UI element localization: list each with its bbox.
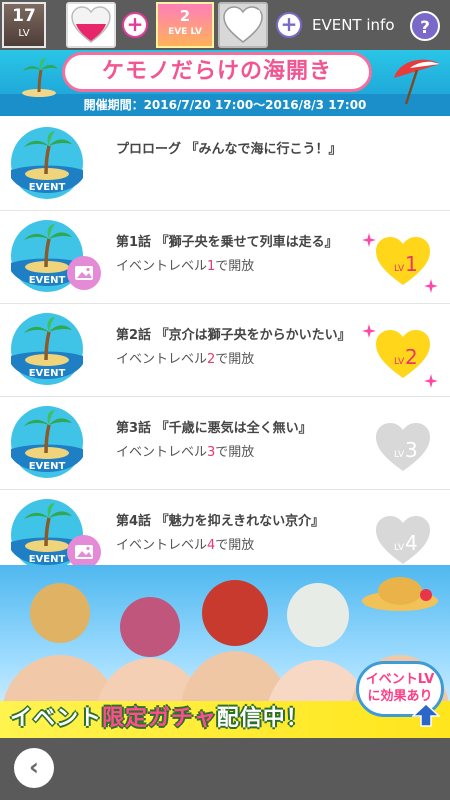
level-heart-icon: LV 2 [376, 330, 430, 378]
requirement-suffix: で開放 [215, 538, 255, 553]
palm-tree-icon [22, 58, 58, 97]
event-badge-text: EVENT [29, 182, 66, 193]
event-header-banner: ケモノだらけの海開き 開催期間：2016/7/20 17:00〜2016/8/3… [0, 50, 450, 116]
event-level-box: 2 EVE LV [156, 2, 214, 48]
lv-number: 3 [405, 438, 418, 462]
event-heart-gauge [218, 2, 268, 48]
episode-title: プロローグ 『みんなで海に行こう！』 [116, 142, 342, 157]
event-palm-badge-icon: EVENT [11, 406, 83, 478]
requirement-prefix: イベントレベル [116, 259, 208, 274]
episode-requirement: イベントレベル4で開放 [116, 536, 254, 556]
gacha-text-highlight: 限定ガチャ [102, 706, 217, 731]
event-info-label[interactable]: EVENT info [312, 13, 395, 37]
requirement-suffix: で開放 [215, 445, 255, 460]
gacha-text-part1: イベント [10, 706, 103, 731]
white-heart-icon [223, 6, 263, 43]
event-screen: 17 LV + 2 EVE LV + EVENT info ? ケモノだらけの海… [0, 0, 450, 800]
requirement-suffix: で開放 [215, 352, 255, 367]
episode-title: 第3話 『千歳に悪気は全く無い』 [116, 421, 312, 436]
player-level-box: 17 LV [2, 2, 46, 48]
help-button[interactable]: ? [410, 11, 440, 41]
episode-requirement: イベントレベル3で開放 [116, 443, 254, 463]
event-level-value: 2 [179, 7, 191, 25]
locked-level-heart-icon: LV 4 [376, 516, 430, 564]
still-image-icon [67, 535, 101, 565]
episode-row-1[interactable]: EVENT 第1話 『獅子央を乗せて列車は走る』 イベントレベル1で開放 LV … [0, 211, 450, 304]
up-arrow-icon [412, 703, 440, 727]
event-badge-text: EVENT [29, 368, 66, 379]
lv-label: LV [394, 450, 405, 460]
requirement-prefix: イベントレベル [116, 352, 208, 367]
still-image-icon [67, 256, 101, 290]
event-badge-text: EVENT [29, 275, 66, 286]
episode-title: 第4話 『魅力を抑えきれない京介』 [116, 514, 325, 529]
episode-row-prologue[interactable]: EVENT プロローグ 『みんなで海に行こう！』 [0, 118, 450, 211]
add-stamina-button[interactable]: + [122, 12, 148, 38]
requirement-prefix: イベントレベル [116, 445, 208, 460]
add-event-heart-button[interactable]: + [276, 12, 302, 38]
episode-title: 第2話 『京介は獅子央をからかいたい』 [116, 328, 351, 343]
episode-requirement: イベントレベル1で開放 [116, 257, 254, 277]
episode-requirement: イベントレベル2で開放 [116, 350, 254, 370]
level-heart-icon: LV 1 [376, 237, 430, 285]
stamina-gauge [66, 2, 116, 48]
lv-number: 1 [405, 252, 418, 276]
bottom-nav: ‹ [0, 738, 450, 800]
event-palm-badge-icon: EVENT [11, 313, 83, 385]
lv-number: 4 [405, 531, 418, 555]
episode-list[interactable]: EVENT プロローグ 『みんなで海に行こう！』 EVENT 第1話 『獅子央を… [0, 118, 450, 565]
lv-label: LV [394, 264, 405, 274]
episode-title: 第1話 『獅子央を乗せて列車は走る』 [116, 235, 338, 250]
gacha-headline: イベント限定ガチャ配信中！ [10, 704, 309, 734]
locked-level-heart-icon: LV 3 [376, 423, 430, 471]
episode-row-4[interactable]: EVENT 第4話 『魅力を抑えきれない京介』 イベントレベル4で開放 LV 4 [0, 490, 450, 565]
event-title: ケモノだらけの海開き [62, 52, 372, 92]
lv-label: LV [394, 357, 405, 367]
event-period: 開催期間：2016/7/20 17:00〜2016/8/3 17:00 [83, 98, 367, 112]
event-level-label: EVE LV [168, 27, 202, 37]
player-level-value: 17 [12, 6, 36, 26]
event-badge-text: EVENT [29, 461, 66, 472]
gacha-text-part2: 配信中！ [216, 706, 309, 731]
event-palm-badge-icon: EVENT [11, 127, 83, 199]
limited-gacha-banner[interactable]: イベント限定ガチャ配信中！ イベントLV に効果あり [0, 565, 450, 738]
back-button[interactable]: ‹ [14, 748, 54, 788]
event-badge-text: EVENT [29, 554, 66, 565]
episode-row-2[interactable]: EVENT 第2話 『京介は獅子央をからかいたい』 イベントレベル2で開放 LV… [0, 304, 450, 397]
status-bar: 17 LV + 2 EVE LV + EVENT info ? [0, 0, 450, 50]
episode-row-3[interactable]: EVENT 第3話 『千歳に悪気は全く無い』 イベントレベル3で開放 LV 3 [0, 397, 450, 490]
requirement-suffix: で開放 [215, 259, 255, 274]
player-level-label: LV [18, 28, 30, 39]
badge-line1: イベントLV [365, 672, 435, 687]
requirement-prefix: イベントレベル [116, 538, 208, 553]
lv-number: 2 [405, 345, 418, 369]
lv-label: LV [394, 543, 405, 553]
heart-gauge-icon [71, 6, 111, 43]
